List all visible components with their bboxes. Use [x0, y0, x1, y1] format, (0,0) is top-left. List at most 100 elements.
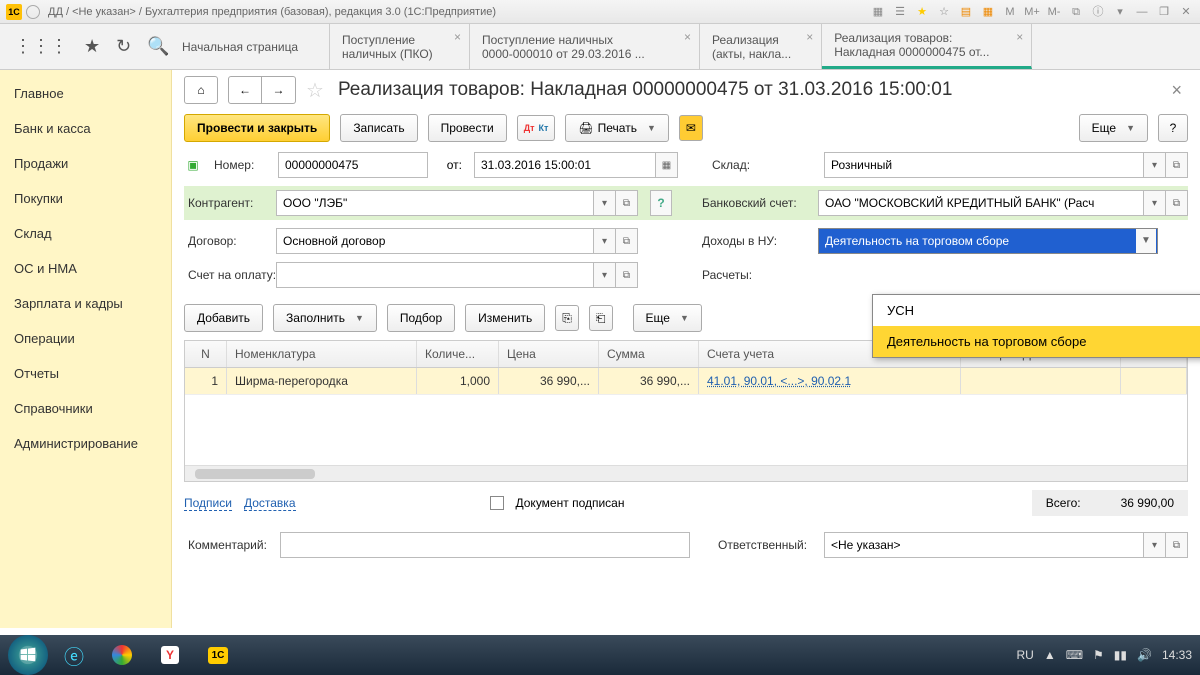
taskbar-yandex[interactable]: Y — [148, 639, 192, 671]
print-button[interactable]: 🖨Печать▼ — [565, 114, 668, 142]
tab-sales-doc[interactable]: Реализация товаров: Накладная 0000000475… — [822, 24, 1032, 69]
close-window-button[interactable]: ✕ — [1178, 4, 1194, 20]
tab-pko[interactable]: Поступление наличных (ПКО) × — [330, 24, 470, 69]
dropdown-circle-icon[interactable] — [26, 5, 40, 19]
add-button[interactable]: Добавить — [184, 304, 263, 332]
paste-button[interactable]: ⎗ — [589, 305, 613, 331]
email-button[interactable]: ✉ — [679, 115, 703, 141]
open-icon[interactable]: ⧉ — [616, 228, 638, 254]
table-more-button[interactable]: Еще▼ — [633, 304, 702, 332]
comment-input[interactable] — [280, 532, 690, 558]
col-nomenclature[interactable]: Номенклатура — [227, 341, 417, 367]
signatures-link[interactable]: Подписи — [184, 496, 232, 511]
m-label[interactable]: M — [1002, 4, 1018, 20]
contract-input[interactable] — [276, 228, 594, 254]
post-and-close-button[interactable]: Провести и закрыть — [184, 114, 330, 142]
open-icon[interactable]: ⧉ — [616, 262, 638, 288]
responsible-input[interactable] — [824, 532, 1144, 558]
sidebar-item-assets[interactable]: ОС и НМА — [0, 251, 171, 286]
dropdown-icon[interactable]: ▾ — [594, 262, 616, 288]
tray-flag-icon[interactable]: ▲ — [1044, 648, 1056, 662]
dropdown-icon[interactable]: ▾ — [594, 228, 616, 254]
dropdown-option-trade-levy[interactable]: Деятельность на торговом сборе — [873, 326, 1200, 357]
change-button[interactable]: Изменить — [465, 304, 545, 332]
tab-start-page[interactable]: Начальная страница — [170, 24, 330, 69]
sidebar-item-salary[interactable]: Зарплата и кадры — [0, 286, 171, 321]
grid-icon[interactable]: ▦ — [870, 4, 886, 20]
open-icon[interactable]: ⧉ — [1166, 532, 1188, 558]
tray-volume-icon[interactable]: 🔊 — [1137, 648, 1152, 662]
tray-network-icon[interactable]: ▮▮ — [1114, 648, 1127, 662]
delivery-link[interactable]: Доставка — [244, 496, 296, 511]
home-button[interactable]: ⌂ — [184, 76, 218, 104]
horizontal-scrollbar[interactable] — [185, 465, 1187, 481]
m-minus-label[interactable]: M- — [1046, 4, 1062, 20]
back-button[interactable]: ← — [228, 76, 262, 104]
star-tool-icon[interactable]: ★ — [84, 36, 100, 57]
help-contragent-button[interactable]: ? — [650, 190, 672, 216]
accounts-link[interactable]: 41.01, 90.01, <...>, 90.02.1 — [707, 374, 851, 388]
taskbar-1c[interactable]: 1C — [196, 639, 240, 671]
chevron-down-icon[interactable]: ▼ — [1136, 229, 1156, 253]
note-icon[interactable]: ☰ — [892, 4, 908, 20]
calc-icon[interactable]: ▤ — [958, 4, 974, 20]
dt-kt-button[interactable]: ДтКт — [517, 115, 556, 141]
sidebar-item-admin[interactable]: Администрирование — [0, 426, 171, 461]
help-button[interactable]: ? — [1158, 114, 1188, 142]
bank-input[interactable] — [818, 190, 1144, 216]
date-input[interactable] — [474, 152, 656, 178]
income-dropdown[interactable]: Деятельность на торговом сборе ▼ — [818, 228, 1158, 254]
col-sum[interactable]: Сумма — [599, 341, 699, 367]
fill-button[interactable]: Заполнить▼ — [273, 304, 377, 332]
contragent-input[interactable] — [276, 190, 594, 216]
taskbar-chrome[interactable] — [100, 639, 144, 671]
history-icon[interactable]: ↻ — [116, 36, 131, 57]
warehouse-input[interactable] — [824, 152, 1144, 178]
apps-icon[interactable]: ⋮⋮⋮ — [14, 36, 68, 57]
close-icon[interactable]: × — [1016, 30, 1023, 44]
sidebar-item-refs[interactable]: Справочники — [0, 391, 171, 426]
open-icon[interactable]: ⧉ — [1166, 152, 1188, 178]
info-icon[interactable]: ⓘ — [1090, 4, 1106, 20]
open-icon[interactable]: ⧉ — [616, 190, 638, 216]
sidebar-item-reports[interactable]: Отчеты — [0, 356, 171, 391]
tray-keyboard-icon[interactable]: ⌨ — [1066, 648, 1083, 662]
lang-indicator[interactable]: RU — [1016, 648, 1033, 662]
invoice-input[interactable] — [276, 262, 594, 288]
calendar-icon[interactable]: ▦ — [980, 4, 996, 20]
more-button[interactable]: Еще▼ — [1079, 114, 1148, 142]
close-doc-button[interactable]: × — [1165, 80, 1188, 101]
dropdown-option-usn[interactable]: УСН — [873, 295, 1200, 326]
close-icon[interactable]: × — [684, 30, 691, 44]
forward-button[interactable]: → — [262, 76, 296, 104]
tab-cash-receipt[interactable]: Поступление наличных 0000-000010 от 29.0… — [470, 24, 700, 69]
number-input[interactable] — [278, 152, 428, 178]
sidebar-item-operations[interactable]: Операции — [0, 321, 171, 356]
star-icon[interactable]: ★ — [914, 4, 930, 20]
sidebar-item-sales[interactable]: Продажи — [0, 146, 171, 181]
open-icon[interactable]: ⧉ — [1166, 190, 1188, 216]
close-icon[interactable]: × — [806, 30, 813, 44]
sidebar-item-main[interactable]: Главное — [0, 76, 171, 111]
dropdown-icon[interactable]: ▾ — [594, 190, 616, 216]
col-n[interactable]: N — [185, 341, 227, 367]
window-icon[interactable]: ⧉ — [1068, 4, 1084, 20]
calendar-picker-icon[interactable]: ▦ — [656, 152, 678, 178]
fav-icon[interactable]: ☆ — [936, 4, 952, 20]
sidebar-item-warehouse[interactable]: Склад — [0, 216, 171, 251]
info-dropdown-icon[interactable]: ▾ — [1112, 4, 1128, 20]
minimize-button[interactable]: — — [1134, 4, 1150, 20]
doc-signed-checkbox[interactable] — [490, 496, 504, 510]
maximize-button[interactable]: ❐ — [1156, 4, 1172, 20]
copy-button[interactable]: ⎘ — [555, 305, 579, 331]
dropdown-icon[interactable]: ▾ — [1144, 152, 1166, 178]
tab-sales[interactable]: Реализация (акты, накла... × — [700, 24, 822, 69]
favorite-icon[interactable]: ☆ — [306, 78, 324, 103]
start-button[interactable] — [8, 635, 48, 675]
m-plus-label[interactable]: M+ — [1024, 4, 1040, 20]
write-button[interactable]: Записать — [340, 114, 417, 142]
search-icon[interactable]: 🔍 — [147, 36, 169, 57]
close-icon[interactable]: × — [454, 30, 461, 44]
sidebar-item-bank[interactable]: Банк и касса — [0, 111, 171, 146]
col-qty[interactable]: Количе... — [417, 341, 499, 367]
